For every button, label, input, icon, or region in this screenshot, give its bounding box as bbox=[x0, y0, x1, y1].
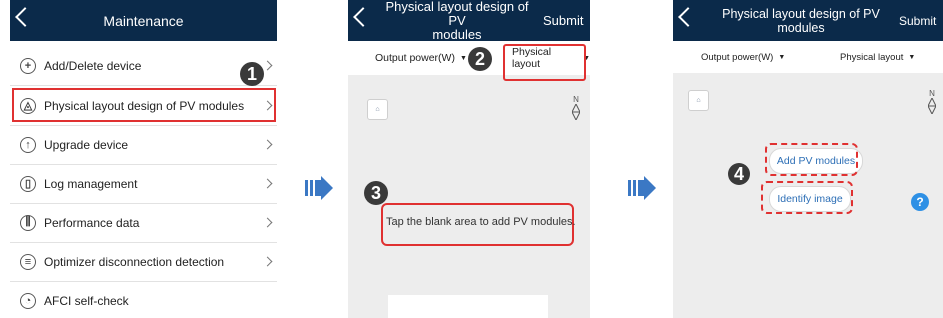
menu-item-add-delete-device[interactable]: + Add/Delete device bbox=[10, 46, 277, 86]
help-icon[interactable]: ? bbox=[911, 193, 929, 211]
menu-item-label: Add/Delete device bbox=[44, 58, 142, 73]
menu-item-upgrade-device[interactable]: ↑ Upgrade device bbox=[10, 125, 277, 165]
highlight-box bbox=[761, 181, 853, 214]
header-bar: Physical layout design of PV modules Sub… bbox=[348, 0, 590, 41]
submit-button[interactable]: Submit bbox=[899, 0, 936, 41]
page-title: Physical layout design of PV modules bbox=[378, 0, 536, 41]
maintenance-screen: Maintenance + Add/Delete device ◬ Physic… bbox=[10, 0, 277, 318]
title-line: Physical layout design of PV bbox=[722, 6, 880, 21]
zoom-control-icon[interactable]: ⌂ bbox=[688, 90, 709, 111]
compass-north-label: N bbox=[929, 89, 935, 98]
header-bar: Maintenance bbox=[10, 0, 277, 41]
step-badge: 2 bbox=[468, 47, 492, 71]
caret-down-icon: ▼ bbox=[778, 53, 786, 61]
compass-north-label: N bbox=[573, 95, 579, 104]
chevron-right-icon bbox=[262, 178, 273, 189]
selector-bar: Output power(W) ▼ Physical layout ▼ bbox=[673, 41, 943, 73]
optimizer-circle-icon: ≡ bbox=[20, 253, 36, 270]
menu-item-label: Upgrade device bbox=[44, 137, 129, 152]
header-bar: Physical layout design of PV modules Sub… bbox=[673, 0, 943, 41]
menu-item-label: AFCI self-check bbox=[44, 293, 129, 308]
next-arrow-icon bbox=[628, 176, 656, 200]
menu-item-performance-data[interactable]: ⫼ Performance data bbox=[10, 203, 277, 243]
page-title: Maintenance bbox=[103, 12, 184, 29]
submit-button[interactable]: Submit bbox=[543, 0, 583, 41]
menu-item-optimizer-disconnection[interactable]: ≡ Optimizer disconnection detection bbox=[10, 242, 277, 282]
layout-design-screen-empty: Physical layout design of PV modules Sub… bbox=[348, 0, 590, 318]
highlight-box bbox=[503, 44, 586, 81]
dropdown-label: Physical layout bbox=[840, 51, 904, 63]
sliders-circle-icon: ⫼ bbox=[20, 214, 36, 231]
caret-down-icon: ▼ bbox=[459, 54, 467, 62]
title-line: modules bbox=[432, 26, 482, 42]
caret-down-icon: ▼ bbox=[908, 53, 916, 61]
menu-item-label: Log management bbox=[44, 176, 138, 191]
title-line: Physical layout design of PV bbox=[385, 0, 529, 28]
step-badge: 4 bbox=[728, 163, 750, 185]
physical-layout-dropdown[interactable]: Physical layout ▼ bbox=[840, 41, 915, 73]
highlight-box bbox=[12, 88, 276, 122]
dropdown-label: Output power(W) bbox=[701, 51, 774, 63]
menu-item-log-management[interactable]: ▯ Log management bbox=[10, 164, 277, 204]
arc-circle-icon: ◔ bbox=[20, 292, 36, 309]
document-circle-icon: ▯ bbox=[20, 175, 36, 192]
layout-design-screen-menu: Physical layout design of PV modules Sub… bbox=[673, 0, 943, 318]
menu-item-label: Performance data bbox=[44, 215, 140, 230]
zoom-control-icon[interactable]: ⌂ bbox=[367, 99, 388, 120]
output-power-dropdown[interactable]: Output power(W) ▼ bbox=[701, 41, 785, 73]
plus-circle-icon: + bbox=[20, 57, 36, 74]
upload-circle-icon: ↑ bbox=[20, 136, 36, 153]
chevron-right-icon bbox=[262, 217, 273, 228]
menu-item-label: Optimizer disconnection detection bbox=[44, 254, 225, 269]
chevron-right-icon bbox=[262, 256, 273, 267]
highlight-box bbox=[765, 143, 858, 176]
page-title: Physical layout design of PV modules bbox=[721, 0, 881, 41]
empty-canvas-hint[interactable]: Tap the blank area to add PV modules. bbox=[386, 216, 576, 228]
compass-icon: N bbox=[570, 96, 582, 120]
back-icon[interactable] bbox=[678, 7, 698, 27]
menu-item-afci-self-check[interactable]: ◔ AFCI self-check bbox=[10, 281, 277, 318]
back-icon[interactable] bbox=[353, 7, 373, 27]
chevron-right-icon bbox=[262, 60, 273, 71]
step-badge: 1 bbox=[240, 62, 264, 86]
bottom-panel bbox=[388, 295, 548, 318]
compass-icon: N bbox=[926, 90, 938, 114]
chevron-right-icon bbox=[262, 139, 273, 150]
title-line: modules bbox=[777, 20, 825, 35]
next-arrow-icon bbox=[305, 176, 333, 200]
dropdown-label: Output power(W) bbox=[375, 52, 455, 64]
output-power-dropdown[interactable]: Output power(W) ▼ bbox=[375, 41, 467, 75]
step-badge: 3 bbox=[364, 181, 388, 205]
